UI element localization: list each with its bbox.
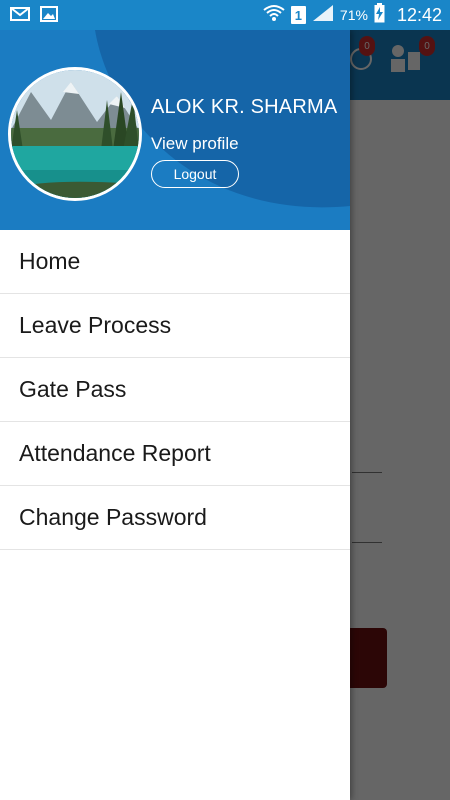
clock: 12:42 xyxy=(396,4,442,25)
drawer-header: ALOK KR. SHARMA View profile Logout xyxy=(0,30,350,230)
mail-icon xyxy=(10,6,30,27)
wifi-icon xyxy=(263,4,285,27)
avatar[interactable] xyxy=(8,67,142,201)
view-profile-link[interactable]: View profile xyxy=(151,134,239,154)
user-name: ALOK KR. SHARMA xyxy=(151,96,338,118)
menu-item-leave-process[interactable]: Leave Process xyxy=(0,294,350,358)
avatar-landscape-image xyxy=(11,70,139,198)
menu-item-gate-pass[interactable]: Gate Pass xyxy=(0,358,350,422)
drawer-menu: Home Leave Process Gate Pass Attendance … xyxy=(0,230,350,550)
battery-percent: 71% xyxy=(339,7,368,23)
image-icon xyxy=(40,6,58,27)
logout-button[interactable]: Logout xyxy=(151,160,239,188)
sim-slot-badge: 1 xyxy=(290,6,306,24)
navigation-drawer: ALOK KR. SHARMA View profile Logout Home… xyxy=(0,30,350,800)
signal-icon xyxy=(312,4,334,27)
menu-item-home[interactable]: Home xyxy=(0,230,350,294)
menu-item-attendance-report[interactable]: Attendance Report xyxy=(0,422,350,486)
battery-icon xyxy=(374,2,385,28)
menu-item-change-password[interactable]: Change Password xyxy=(0,486,350,550)
status-bar: 1 71% 12:42 xyxy=(0,0,450,30)
